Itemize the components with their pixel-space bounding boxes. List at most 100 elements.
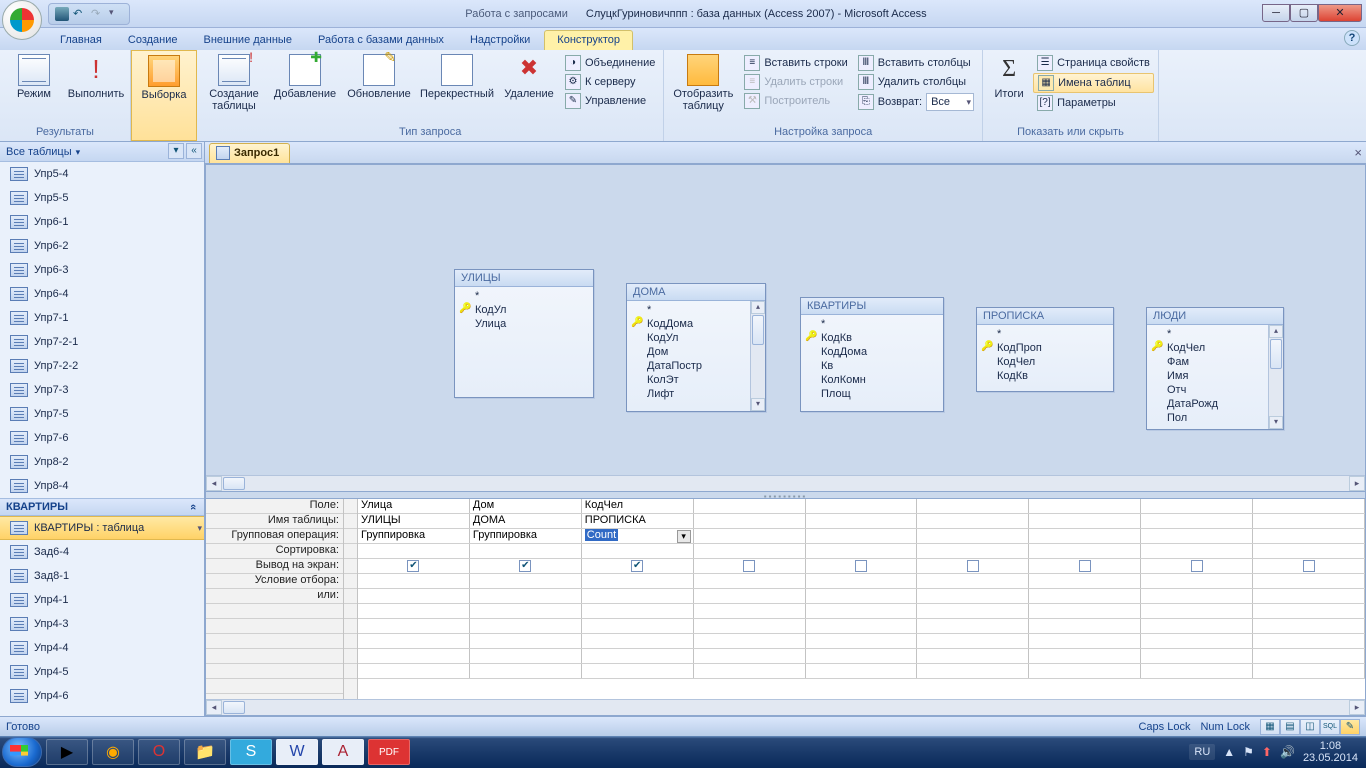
grid-cell-criteria[interactable] <box>582 574 694 588</box>
grid-cell-criteria[interactable] <box>1253 574 1365 588</box>
checkbox[interactable] <box>1191 560 1203 572</box>
field[interactable]: КодКв <box>805 331 939 345</box>
tab-create[interactable]: Создание <box>116 31 190 50</box>
grid-cell[interactable] <box>1029 619 1141 633</box>
scroll-thumb[interactable] <box>223 701 245 714</box>
taskbar-explorer-icon[interactable]: 📁 <box>184 739 226 765</box>
grid-cell-total[interactable]: Count <box>582 529 694 543</box>
nav-item[interactable]: Зад8-1 <box>0 564 204 588</box>
grid-cell[interactable] <box>806 619 918 633</box>
grid-cell[interactable] <box>582 649 694 663</box>
doc-close-icon[interactable]: × <box>1354 145 1362 160</box>
grid-cell-or[interactable] <box>582 589 694 603</box>
field[interactable]: * <box>805 317 939 331</box>
checkbox[interactable] <box>743 560 755 572</box>
grid-cell-criteria[interactable] <box>1141 574 1253 588</box>
delete-cols-button[interactable]: ⅢУдалить столбцы <box>854 73 978 91</box>
grid-cell[interactable] <box>806 634 918 648</box>
field[interactable]: * <box>981 327 1109 341</box>
tab-addins[interactable]: Надстройки <box>458 31 542 50</box>
grid-cell[interactable] <box>1029 634 1141 648</box>
grid-cell-or[interactable] <box>806 589 918 603</box>
grid-cell-or[interactable] <box>1029 589 1141 603</box>
append-button[interactable]: Добавление <box>269 52 341 102</box>
grid-cell-sort[interactable] <box>1141 544 1253 558</box>
insert-cols-button[interactable]: ⅢВставить столбцы <box>854 54 978 72</box>
grid-cell-total[interactable] <box>1029 529 1141 543</box>
grid-splitter[interactable]: ▪▪▪▪▪▪▪▪▪ <box>206 491 1365 499</box>
run-button[interactable]: !Выполнить <box>66 52 126 102</box>
grid-cell[interactable] <box>694 664 806 678</box>
tray-action-icon[interactable]: ⚑ <box>1243 745 1254 759</box>
tablenames-button[interactable]: ▦Имена таблиц <box>1033 73 1154 93</box>
select-query-button[interactable]: Выборка <box>134 53 194 103</box>
grid-cell[interactable] <box>358 664 470 678</box>
pivotchart-view-icon[interactable]: ◫ <box>1300 719 1320 735</box>
grid-cell[interactable] <box>582 619 694 633</box>
grid-cell-sort[interactable] <box>582 544 694 558</box>
nav-item[interactable]: Упр7-3 <box>0 378 204 402</box>
totals-button[interactable]: ΣИтоги <box>987 52 1031 102</box>
grid-cell[interactable] <box>917 664 1029 678</box>
table-ПРОПИСКА[interactable]: ПРОПИСКА *КодПропКодЧелКодКв <box>976 307 1114 392</box>
nav-collapse-icon[interactable]: « <box>186 143 202 159</box>
checkbox[interactable]: ✔ <box>631 560 643 572</box>
grid-cell[interactable] <box>358 619 470 633</box>
grid-cell[interactable] <box>1029 664 1141 678</box>
taskbar-opera-icon[interactable]: O <box>138 739 180 765</box>
grid-cell-criteria[interactable] <box>470 574 582 588</box>
start-button[interactable] <box>2 737 42 767</box>
scroll-right-icon[interactable]: ▸ <box>1349 700 1365 715</box>
field[interactable]: Площ <box>805 387 939 401</box>
nav-item[interactable]: Упр4-1 <box>0 588 204 612</box>
grid-cell-show[interactable] <box>1029 559 1141 573</box>
field[interactable]: Лифт <box>631 387 761 401</box>
grid-cell-total[interactable] <box>917 529 1029 543</box>
taskbar-word-icon[interactable]: W <box>276 739 318 765</box>
table-header[interactable]: КВАРТИРЫ <box>801 298 943 315</box>
grid-cell[interactable] <box>917 604 1029 618</box>
nav-item[interactable]: Упр6-2 <box>0 234 204 258</box>
grid-cell-criteria[interactable] <box>917 574 1029 588</box>
grid-cell-total[interactable] <box>1253 529 1365 543</box>
grid-cell-show[interactable] <box>1141 559 1253 573</box>
grid-cell-or[interactable] <box>358 589 470 603</box>
checkbox[interactable] <box>1079 560 1091 572</box>
field[interactable]: ДатаРожд <box>1151 397 1279 411</box>
delete-button[interactable]: ✖Удаление <box>499 52 559 102</box>
field[interactable]: КолЭт <box>631 373 761 387</box>
grid-cell-or[interactable] <box>694 589 806 603</box>
crosstab-button[interactable]: Перекрестный <box>417 52 497 102</box>
nav-item[interactable]: Упр4-3 <box>0 612 204 636</box>
grid-cell-show[interactable]: ✔ <box>358 559 470 573</box>
grid-cell[interactable] <box>1253 664 1365 678</box>
checkbox[interactable] <box>855 560 867 572</box>
field[interactable]: Имя <box>1151 369 1279 383</box>
grid-cell-total[interactable]: Группировка <box>470 529 582 543</box>
tray-flag-icon[interactable]: ▲ <box>1223 745 1235 759</box>
grid-cell-field[interactable] <box>694 499 806 513</box>
field[interactable]: КолКомн <box>805 373 939 387</box>
diagram-pane[interactable]: 1∞ 1∞ 1∞ ∞1 УЛИЦЫ *КодУлУлица ДОМА *КодД… <box>206 165 1365 475</box>
grid-cell-total[interactable] <box>694 529 806 543</box>
nav-item[interactable]: Упр7-2-1 <box>0 330 204 354</box>
checkbox[interactable]: ✔ <box>407 560 419 572</box>
grid-cell[interactable] <box>1253 634 1365 648</box>
grid-cell[interactable] <box>358 634 470 648</box>
grid-cell-show[interactable]: ✔ <box>470 559 582 573</box>
close-button[interactable]: ✕ <box>1318 4 1362 22</box>
grid-cell-sort[interactable] <box>1253 544 1365 558</box>
grid-cell-table[interactable]: УЛИЦЫ <box>358 514 470 528</box>
grid-cell-show[interactable] <box>806 559 918 573</box>
field[interactable]: * <box>459 289 589 303</box>
grid-cell-total[interactable] <box>806 529 918 543</box>
grid-cell[interactable] <box>694 604 806 618</box>
scrollbar[interactable]: ▴▾ <box>1268 325 1283 429</box>
taskbar-aimp-icon[interactable]: ◉ <box>92 739 134 765</box>
scroll-thumb[interactable] <box>223 477 245 490</box>
grid-cell-field[interactable]: Дом <box>470 499 582 513</box>
passthrough-button[interactable]: ⚙К серверу <box>561 73 659 91</box>
grid-cell-sort[interactable] <box>694 544 806 558</box>
grid-cell[interactable] <box>1141 664 1253 678</box>
language-indicator[interactable]: RU <box>1189 744 1215 760</box>
